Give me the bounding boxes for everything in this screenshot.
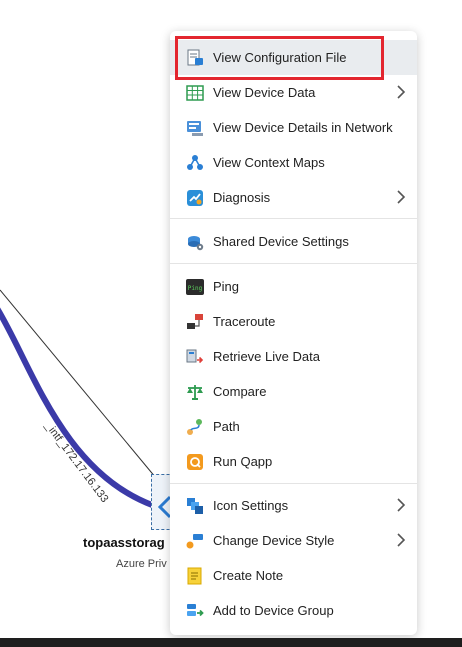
- menu-item-view-configuration-file[interactable]: View Configuration File: [170, 40, 417, 75]
- menu-item-traceroute[interactable]: Traceroute: [170, 304, 417, 339]
- menu-item-diagnosis[interactable]: Diagnosis: [170, 180, 417, 215]
- compare-scale-icon: [187, 385, 203, 400]
- menu-item-compare[interactable]: Compare: [170, 374, 417, 409]
- menu-label: Add to Device Group: [213, 603, 334, 618]
- qapp-icon: [187, 454, 203, 470]
- diagnosis-icon: [187, 190, 203, 206]
- menu-label: Diagnosis: [213, 190, 271, 205]
- menu-label: Traceroute: [213, 314, 276, 329]
- menu-item-ping[interactable]: Ping Ping: [170, 269, 417, 304]
- device-name[interactable]: topaasstorag: [83, 535, 165, 550]
- shared-settings-icon: [188, 236, 204, 251]
- path-icon: [187, 419, 202, 435]
- menu-label: Compare: [213, 384, 267, 399]
- menu-item-change-device-style[interactable]: Change Device Style: [170, 523, 417, 558]
- menu-item-shared-device-settings[interactable]: Shared Device Settings: [170, 224, 417, 259]
- menu-item-create-note[interactable]: Create Note: [170, 558, 417, 593]
- menu-label: View Device Details in Network: [213, 120, 393, 135]
- menu-item-add-to-device-group[interactable]: Add to Device Group: [170, 593, 417, 628]
- config-file-icon: [187, 49, 203, 66]
- menu-label: Ping: [213, 279, 240, 294]
- context-map-icon: [187, 155, 203, 170]
- menu-label: Retrieve Live Data: [213, 349, 320, 364]
- live-data-icon: [186, 349, 204, 364]
- menu-label: View Context Maps: [213, 155, 325, 170]
- chevron-right-icon: [397, 533, 406, 547]
- menu-item-retrieve-live-data[interactable]: Retrieve Live Data: [170, 339, 417, 374]
- table-icon: [186, 85, 204, 101]
- thick-link[interactable]: [0, 305, 154, 508]
- separator: [170, 218, 417, 219]
- separator: [170, 263, 417, 264]
- menu-label: View Device Data: [213, 85, 316, 100]
- menu-item-run-qapp[interactable]: Run Qapp: [170, 444, 417, 479]
- menu-label: Shared Device Settings: [213, 234, 349, 249]
- chevron-right-icon: [397, 498, 406, 512]
- device-details-icon: [187, 121, 203, 136]
- menu-item-view-context-maps[interactable]: View Context Maps: [170, 145, 417, 180]
- chevron-right-icon: [397, 85, 406, 99]
- menu-label: Create Note: [213, 568, 284, 583]
- menu-label: Change Device Style: [213, 533, 335, 548]
- menu-item-view-device-details[interactable]: View Device Details in Network: [170, 110, 417, 145]
- menu-label: Run Qapp: [213, 454, 273, 469]
- svg-text:Ping: Ping: [188, 285, 203, 292]
- bottom-bar: [0, 638, 462, 647]
- ping-icon: Ping: [186, 279, 204, 295]
- device-style-icon: [186, 534, 203, 549]
- device-group-icon: [187, 604, 204, 617]
- menu-label: Icon Settings: [213, 498, 289, 513]
- menu-item-path[interactable]: Path: [170, 409, 417, 444]
- device-subtitle: Azure Priv: [116, 558, 167, 570]
- icon-settings-icon: [187, 498, 203, 514]
- menu-item-view-device-data[interactable]: View Device Data: [170, 75, 417, 110]
- traceroute-icon: [187, 314, 203, 329]
- menu-label: View Configuration File: [213, 50, 347, 65]
- chevron-right-icon: [397, 190, 406, 204]
- context-menu: View Configuration File View Device Data…: [170, 31, 417, 635]
- menu-item-icon-settings[interactable]: Icon Settings: [170, 488, 417, 523]
- menu-label: Path: [213, 419, 240, 434]
- note-icon: [187, 567, 202, 585]
- separator: [170, 483, 417, 484]
